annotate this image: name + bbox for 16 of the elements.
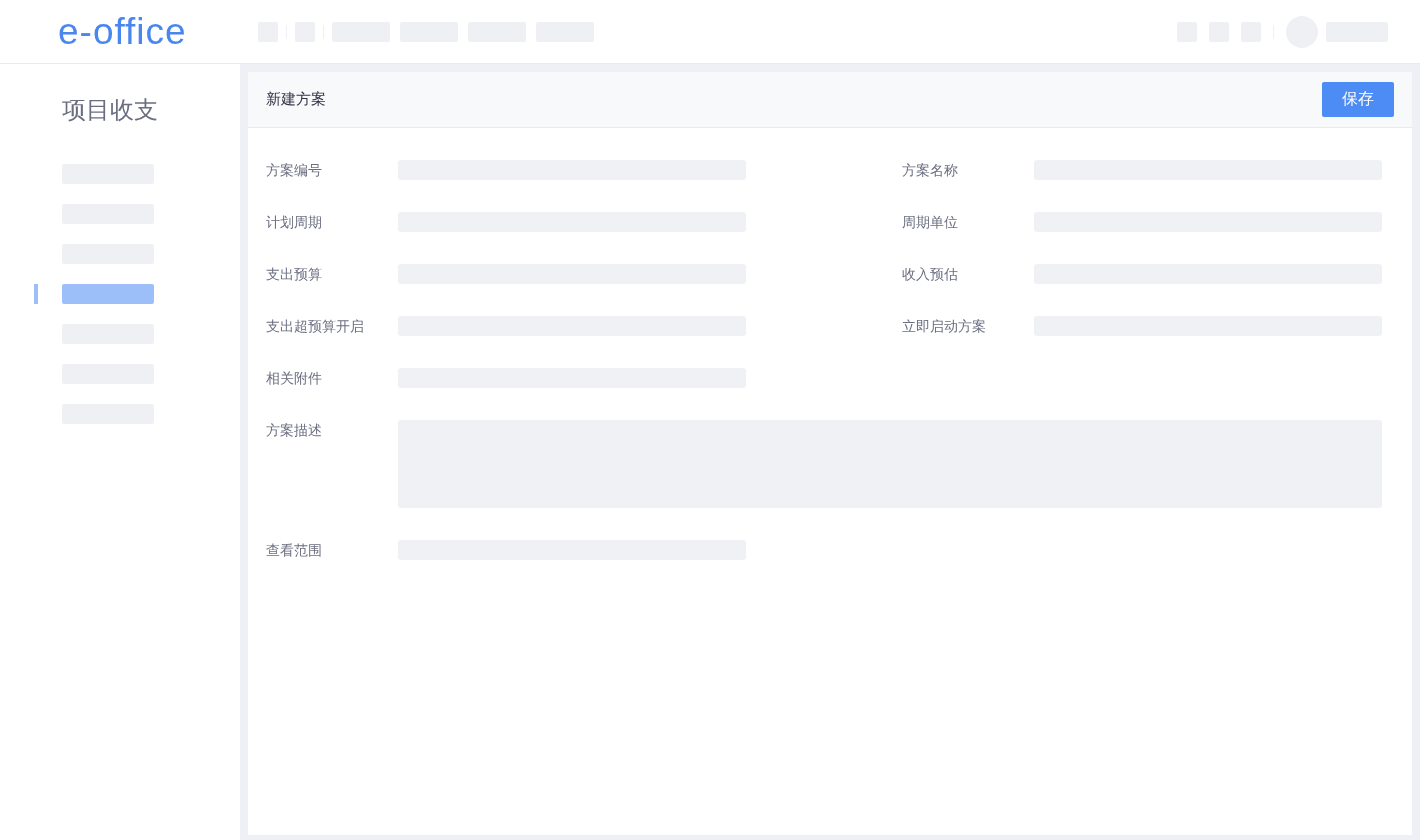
field-label: 周期单位 [902,213,959,232]
field-label: 方案编号 [266,161,323,180]
field-label: 方案名称 [902,161,959,180]
field-label: 相关附件 [266,369,323,388]
panel-title: 新建方案 [266,90,326,109]
field-label: 支出超预算开启 [266,317,365,336]
logo: e-office [58,13,188,50]
field-label: 计划周期 [266,213,323,232]
sidebar-item[interactable] [62,284,154,304]
field-label: 立即启动方案 [902,317,987,336]
sidebar-title: 项目收支 [62,95,158,126]
save-button[interactable]: 保存 [1322,82,1394,117]
field-label: 方案描述 [266,421,323,440]
field-label: 支出预算 [266,265,323,284]
field-label: 收入预估 [902,265,959,284]
field-label: 查看范围 [266,541,323,560]
